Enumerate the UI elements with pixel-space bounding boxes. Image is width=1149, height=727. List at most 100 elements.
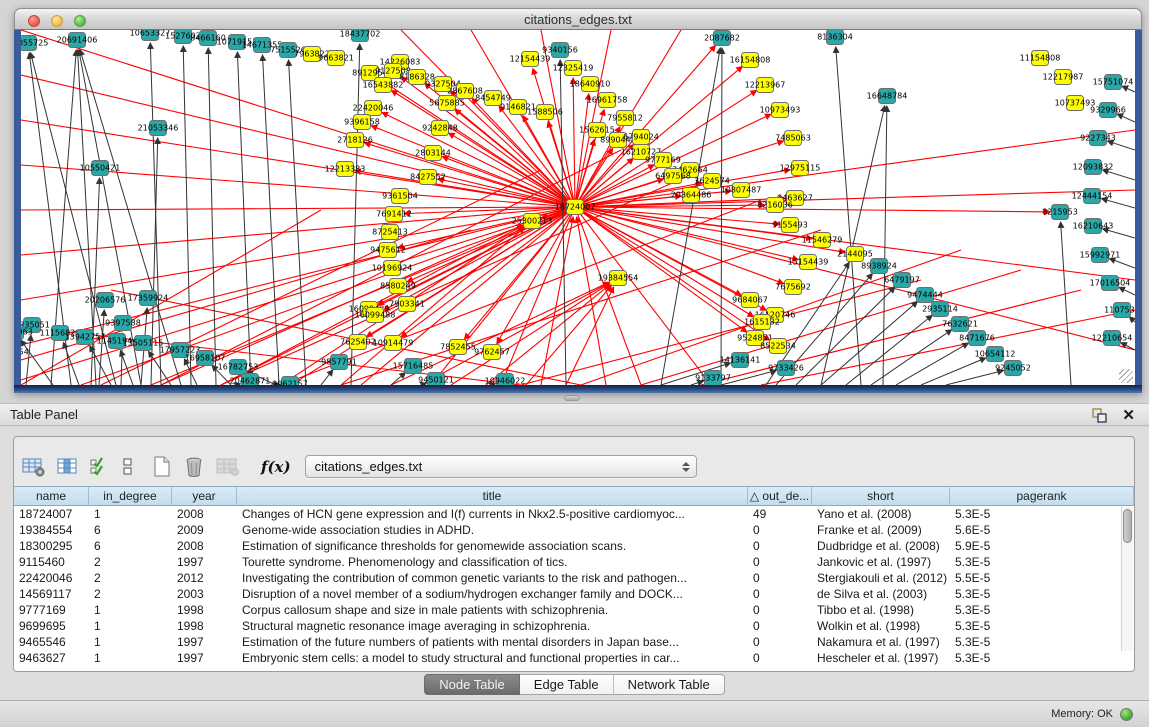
graph-node[interactable]: 22420046 bbox=[353, 101, 394, 116]
red-edge[interactable] bbox=[573, 78, 575, 207]
graph-node[interactable]: 9474444 bbox=[907, 288, 943, 303]
split-grip[interactable] bbox=[564, 395, 580, 401]
network-canvas[interactable]: 2405572520691406106533271527602846616010… bbox=[21, 30, 1135, 385]
graph-node[interactable]: 2718126 bbox=[337, 133, 373, 148]
function-builder-icon[interactable]: f(x) bbox=[261, 458, 291, 476]
table-row[interactable]: 969969511998Structural magnetic resonanc… bbox=[14, 618, 1134, 634]
tab-edge-table[interactable]: Edge Table bbox=[520, 674, 614, 695]
graph-node[interactable]: 20364486 bbox=[671, 188, 712, 203]
graph-node[interactable]: 16099488 bbox=[355, 308, 396, 323]
table-row[interactable]: 1456911722003Disruption of a novel membe… bbox=[14, 586, 1134, 602]
table-row[interactable]: 911546021997Tourette syndrome. Phenomeno… bbox=[14, 554, 1134, 570]
graph-node[interactable]: 12213967 bbox=[745, 78, 786, 93]
graph-node[interactable]: 9397588 bbox=[105, 316, 141, 331]
graph-node[interactable]: 15716485 bbox=[393, 359, 434, 374]
red-edge[interactable] bbox=[21, 207, 575, 210]
black-edge[interactable] bbox=[91, 178, 100, 385]
graph-node[interactable]: 18640910 bbox=[570, 77, 611, 92]
black-edge[interactable] bbox=[63, 342, 79, 385]
black-edge[interactable] bbox=[896, 343, 968, 385]
close-panel-icon[interactable]: ✕ bbox=[1122, 406, 1135, 424]
graph-node[interactable]: 7955812 bbox=[607, 111, 643, 126]
graph-node[interactable]: 10550421 bbox=[80, 161, 121, 176]
graph-node[interactable]: 10654112 bbox=[975, 347, 1016, 362]
black-edge[interactable] bbox=[796, 287, 895, 385]
red-edge[interactable] bbox=[526, 286, 611, 385]
graph-node[interactable]: 17016504 bbox=[1090, 276, 1131, 291]
header-cell-in_degree[interactable]: in_degree bbox=[89, 486, 172, 506]
graph-node[interactable]: 9475612 bbox=[370, 243, 406, 258]
header-cell-out_de[interactable]: △ out_de... bbox=[748, 486, 812, 506]
graph-node[interactable]: 17359924 bbox=[128, 291, 169, 306]
graph-node[interactable]: 6497568 bbox=[655, 169, 691, 184]
table-row[interactable]: 946554611997Estimation of the future num… bbox=[14, 634, 1134, 650]
graph-node[interactable]: 20206576 bbox=[85, 293, 126, 308]
graph-node[interactable]: 1615132 bbox=[744, 315, 780, 330]
graph-node[interactable]: 7632621 bbox=[942, 317, 978, 332]
red-edge[interactable] bbox=[575, 207, 845, 252]
graph-node[interactable]: 15154439 bbox=[788, 255, 829, 270]
show-columns-icon[interactable] bbox=[57, 454, 79, 480]
graph-node[interactable]: 9450121 bbox=[418, 373, 454, 386]
graph-node[interactable]: 25300213 bbox=[512, 214, 553, 229]
graph-node[interactable]: 5675885 bbox=[429, 96, 465, 111]
tab-node-table[interactable]: Node Table bbox=[424, 674, 520, 695]
black-edge[interactable] bbox=[1109, 258, 1135, 268]
graph-node[interactable]: 12210654 bbox=[1092, 331, 1133, 346]
black-edge[interactable] bbox=[321, 370, 333, 385]
black-edge[interactable] bbox=[289, 60, 306, 385]
red-edge[interactable] bbox=[566, 287, 614, 385]
black-edge[interactable] bbox=[1117, 114, 1135, 122]
graph-node[interactable]: 10973493 bbox=[760, 103, 801, 118]
graph-node[interactable]: 2016054 bbox=[21, 345, 29, 360]
table-row[interactable]: 977716911998Corpus callosum shape and si… bbox=[14, 602, 1134, 618]
graph-node[interactable]: 12325419 bbox=[553, 61, 594, 76]
red-edge[interactable] bbox=[21, 210, 321, 385]
black-edge[interactable] bbox=[1119, 287, 1135, 295]
graph-node[interactable]: 12213383 bbox=[325, 162, 366, 177]
graph-node[interactable]: 2087682 bbox=[704, 31, 740, 46]
header-cell-short[interactable]: short bbox=[812, 486, 950, 506]
graph-node[interactable]: 7625402 bbox=[340, 335, 376, 350]
graph-node[interactable]: 12975115 bbox=[780, 161, 821, 176]
black-edge[interactable] bbox=[1122, 86, 1135, 92]
graph-node[interactable]: 2144095 bbox=[837, 247, 873, 262]
graph-node[interactable]: 9133797 bbox=[695, 371, 731, 386]
red-edge[interactable] bbox=[575, 30, 611, 207]
table-row[interactable]: 1938455462009Genome-wide association stu… bbox=[14, 522, 1134, 538]
table-row[interactable]: 1872400712008Changes of HCN gene express… bbox=[14, 506, 1134, 522]
graph-node[interactable]: 6479197 bbox=[884, 273, 920, 288]
graph-node[interactable]: 8136304 bbox=[817, 30, 853, 45]
graph-node[interactable]: 2935114 bbox=[922, 302, 958, 317]
graph-node[interactable]: 14136141 bbox=[720, 353, 761, 368]
graph-node[interactable]: 7485063 bbox=[775, 131, 811, 146]
graph-node[interactable]: 8938924 bbox=[861, 259, 897, 274]
graph-node[interactable]: 16210643 bbox=[1073, 219, 1114, 234]
graph-node[interactable]: 8216036 bbox=[757, 198, 793, 213]
graph-node[interactable]: 20462871 bbox=[230, 374, 271, 386]
graph-node[interactable]: 12444154 bbox=[1072, 189, 1113, 204]
black-edge[interactable] bbox=[208, 48, 216, 385]
red-edge[interactable] bbox=[575, 130, 1135, 207]
graph-node[interactable]: 16154808 bbox=[730, 53, 771, 68]
graph-node[interactable]: 8215953 bbox=[1042, 205, 1078, 220]
graph-node[interactable]: 24055725 bbox=[21, 36, 48, 51]
graph-node[interactable]: 12154439 bbox=[510, 52, 551, 67]
red-edge[interactable] bbox=[21, 207, 575, 300]
header-cell-pagerank[interactable]: pagerank bbox=[950, 486, 1134, 506]
graph-node[interactable]: 20691406 bbox=[57, 33, 98, 48]
graph-node[interactable]: 10914479 bbox=[373, 336, 414, 351]
graph-node[interactable]: 8580249 bbox=[380, 279, 416, 294]
graph-node[interactable]: 12093832 bbox=[1073, 160, 1114, 175]
graph-node[interactable]: 9663821 bbox=[318, 51, 354, 66]
table-mode-icon[interactable] bbox=[22, 454, 46, 480]
select-rows-icon[interactable] bbox=[90, 454, 110, 480]
red-edge[interactable] bbox=[575, 207, 1135, 280]
graph-node[interactable]: 9762457 bbox=[474, 345, 510, 360]
graph-node[interactable]: 12217987 bbox=[1043, 70, 1084, 85]
graph-node[interactable]: 8471676 bbox=[959, 331, 995, 346]
black-edge[interactable] bbox=[120, 350, 133, 385]
graph-node[interactable]: 7691412 bbox=[376, 207, 412, 222]
red-edge[interactable] bbox=[575, 207, 784, 284]
black-edge[interactable] bbox=[1121, 343, 1135, 350]
